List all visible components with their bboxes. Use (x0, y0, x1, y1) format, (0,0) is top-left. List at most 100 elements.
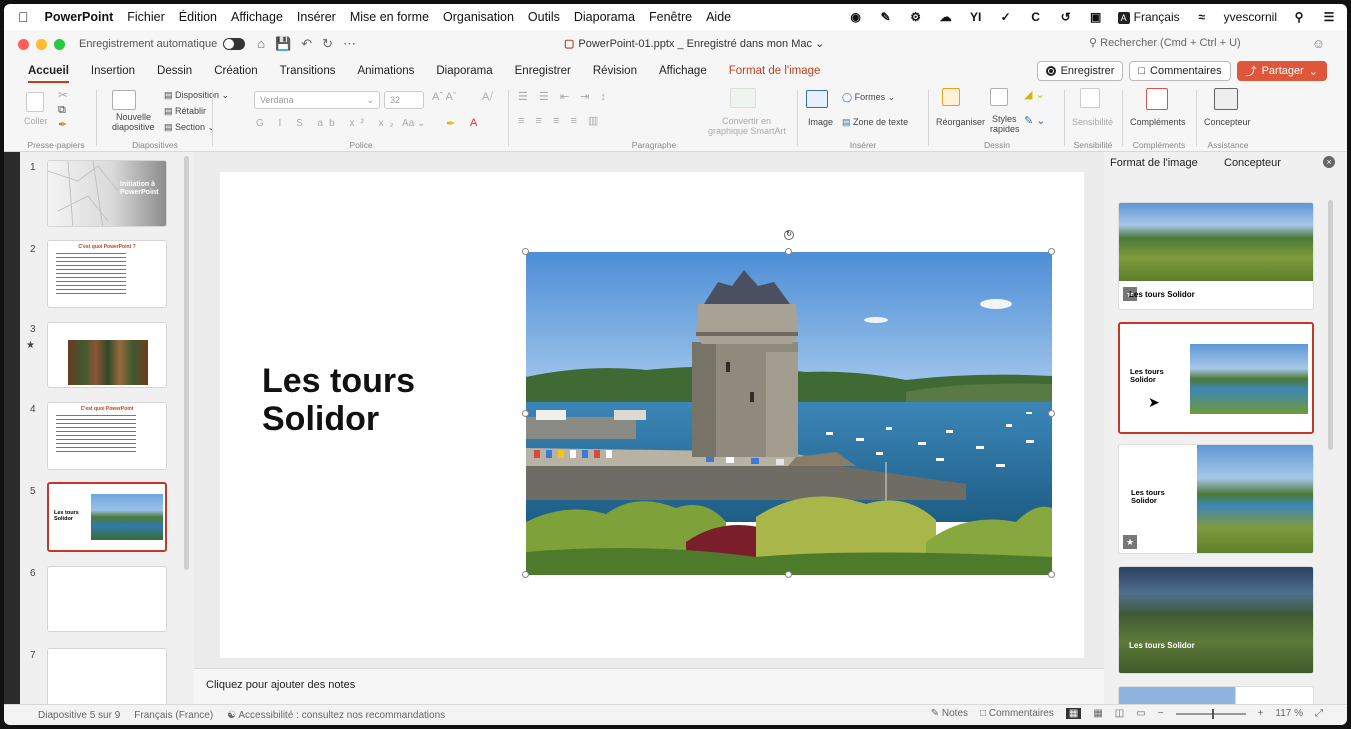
zoom-slider[interactable] (1175, 708, 1246, 719)
design-idea-3[interactable]: Les tours Solidor ★ (1118, 444, 1314, 554)
menu-aide[interactable]: Aide (706, 10, 731, 24)
cut-icon[interactable]: ✂ (58, 88, 68, 102)
comments-button[interactable]: □ Commentaires (1129, 61, 1231, 81)
resize-handle[interactable] (522, 248, 529, 255)
reading-view-icon[interactable]: ◫ (1115, 708, 1124, 719)
design-idea-1[interactable]: ★ Les tours Solidor (1118, 202, 1314, 310)
arrange-label[interactable]: Réorganiser (936, 117, 985, 127)
resize-handle[interactable] (785, 571, 792, 578)
designer-scrollbar[interactable] (1328, 200, 1333, 450)
slide-canvas[interactable]: Les tours Solidor ↻ (220, 172, 1084, 658)
copy-icon[interactable]: ⧉ (58, 104, 66, 117)
tab-affichage[interactable]: Affichage (659, 65, 707, 77)
zoom-out-icon[interactable]: − (1158, 708, 1164, 719)
addins-icon[interactable] (1146, 88, 1168, 110)
font-name-field[interactable]: Verdana ⌄ (254, 91, 380, 109)
list-icons[interactable]: ☰ ☰ ⇤ ⇥ ↕ (518, 90, 610, 103)
smartart-label-1[interactable]: Convertir en (722, 116, 771, 126)
designer-label[interactable]: Concepteur (1204, 117, 1251, 127)
font-color-icon[interactable]: A (470, 117, 477, 129)
textbox-button[interactable]: ▤ Zone de texte (842, 117, 908, 128)
window-icon[interactable]: ▣ (1088, 10, 1104, 24)
zoom-window-button[interactable] (54, 38, 65, 50)
thumbnails-scrollbar[interactable] (184, 156, 189, 570)
sensitivity-label[interactable]: Sensibilité (1072, 117, 1113, 127)
reset-button[interactable]: ▤ Rétablir (164, 106, 206, 117)
menu-diaporama[interactable]: Diaporama (574, 10, 635, 24)
cloud-icon[interactable]: ☁ (938, 10, 954, 24)
menu-fichier[interactable]: Fichier (127, 10, 165, 24)
tab-transitions[interactable]: Transitions (280, 65, 336, 77)
font-size-field[interactable]: 32 (384, 91, 424, 109)
user-name[interactable]: yvescornil (1224, 10, 1277, 24)
notes-toggle[interactable]: ✎ Notes (931, 708, 968, 719)
menu-organisation[interactable]: Organisation (443, 10, 514, 24)
language-status[interactable]: Français (France) (134, 710, 213, 721)
paste-label[interactable]: Coller (24, 116, 48, 126)
app-letter-icon[interactable]: YI (968, 10, 984, 24)
resize-handle[interactable] (522, 571, 529, 578)
image-icon[interactable] (806, 90, 828, 108)
arrange-icon[interactable] (942, 88, 960, 106)
thumbnail-slide-4[interactable]: C'est quoi PowerPoint (47, 402, 167, 470)
resize-handle[interactable] (1048, 248, 1055, 255)
more-icon[interactable]: ⋯ (343, 36, 356, 52)
shapes-button[interactable]: ◯ Formes ⌄ (842, 92, 895, 103)
tab-revision[interactable]: Révision (593, 65, 637, 77)
c-app-icon[interactable]: C (1028, 10, 1044, 24)
time-machine-icon[interactable]: ↺ (1058, 10, 1074, 24)
presenter-icon[interactable]: ▭ (1136, 708, 1145, 719)
design-idea-2[interactable]: Les tours Solidor ➤ (1118, 322, 1314, 434)
slide-image-tour-solidor[interactable] (526, 252, 1052, 575)
tab-dessin[interactable]: Dessin (157, 65, 192, 77)
image-label[interactable]: Image (808, 117, 833, 127)
people-icon[interactable]: ☺ (1312, 36, 1325, 51)
document-title[interactable]: ▢ PowerPoint-01.pptx _ Enregistré dans mo… (564, 37, 824, 50)
resize-handle[interactable] (522, 410, 529, 417)
apple-icon[interactable]:  (18, 9, 29, 25)
quick-styles-label-2[interactable]: rapides (990, 124, 1020, 134)
addins-label[interactable]: Compléments (1130, 117, 1186, 127)
check-circle-icon[interactable]: ✓ (998, 10, 1014, 24)
record-button[interactable]: Enregistrer (1036, 61, 1124, 81)
slide-sorter-icon[interactable]: ▦ (1093, 708, 1102, 719)
format-painter-icon[interactable]: ✒ (58, 118, 67, 131)
font-style-icons[interactable]: G I S ab x² x₂ (256, 118, 399, 129)
notes-pane[interactable]: Cliquez pour ajouter des notes (194, 668, 1104, 704)
record-status-icon[interactable]: ◉ (848, 10, 864, 24)
close-window-button[interactable] (18, 38, 29, 50)
menu-outils[interactable]: Outils (528, 10, 560, 24)
home-icon[interactable]: ⌂ (257, 36, 265, 52)
accessibility-status[interactable]: ☯ Accessibilité : consultez nos recomman… (227, 710, 445, 721)
zoom-in-icon[interactable]: + (1258, 708, 1264, 719)
new-slide-icon[interactable] (112, 90, 136, 110)
tab-insertion[interactable]: Insertion (91, 65, 135, 77)
thumbnail-slide-3[interactable] (47, 322, 167, 388)
clear-format-icon[interactable]: A⧸ (482, 91, 493, 104)
thumbnail-slide-2[interactable]: C'est quoi PowerPoint ? (47, 240, 167, 308)
minimize-window-button[interactable] (36, 38, 47, 50)
input-source[interactable]: A Français (1117, 10, 1180, 24)
menu-inserer[interactable]: Insérer (297, 10, 336, 24)
new-slide-label-1[interactable]: Nouvelle (116, 112, 151, 122)
tab-accueil[interactable]: Accueil (28, 65, 69, 83)
case-icon[interactable]: Aa ⌄ (402, 118, 425, 129)
font-grow-shrink-icons[interactable]: Aˆ Aˇ (432, 91, 456, 103)
thumbnail-slide-6[interactable] (47, 566, 167, 632)
redo-icon[interactable]: ↻ (322, 36, 333, 52)
align-icons[interactable]: ≡ ≡ ≡ ≡ ▥ (518, 114, 602, 127)
control-center-icon[interactable]: ☰ (1321, 10, 1337, 24)
quick-styles-icon[interactable] (990, 88, 1008, 106)
resize-handle[interactable] (1048, 571, 1055, 578)
smartart-icon[interactable] (730, 88, 756, 108)
tab-animations[interactable]: Animations (357, 65, 414, 77)
search-field[interactable]: ⚲ Rechercher (Cmd + Ctrl + U) (1089, 36, 1241, 49)
menu-mise-en-forme[interactable]: Mise en forme (350, 10, 429, 24)
tab-format-image[interactable]: Format de l'image (729, 65, 821, 77)
autosave-toggle[interactable] (223, 38, 246, 50)
section-button[interactable]: ▤ Section ⌄ (164, 122, 215, 133)
tab-enregistrer[interactable]: Enregistrer (515, 65, 571, 77)
menu-edition[interactable]: Édition (179, 10, 217, 24)
slide-title[interactable]: Les tours Solidor (262, 362, 415, 438)
menu-fenetre[interactable]: Fenêtre (649, 10, 692, 24)
